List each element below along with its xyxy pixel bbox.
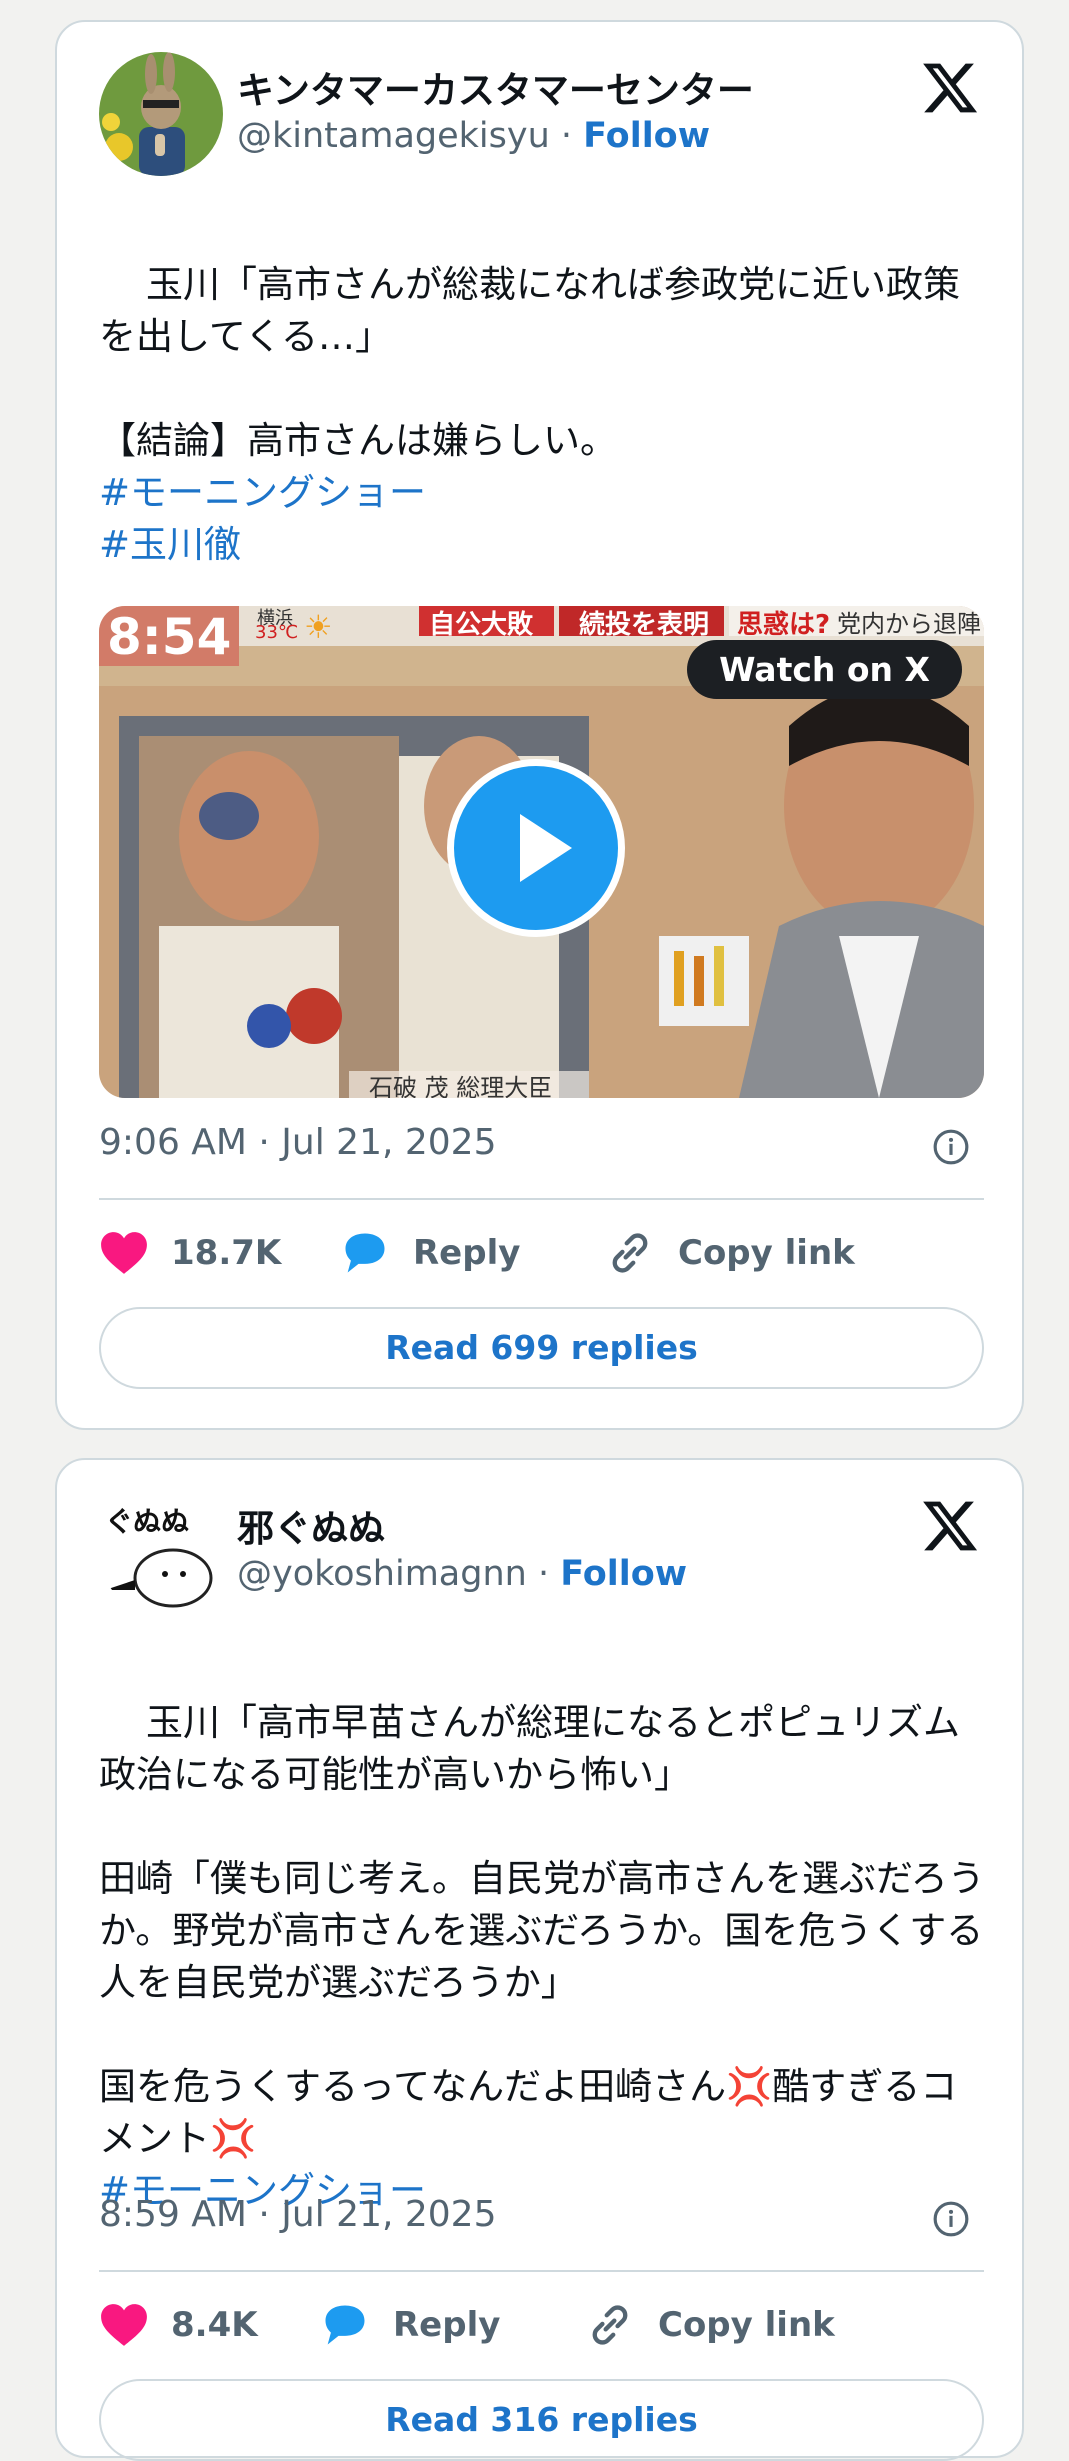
tv-banner: 続投を表明 (579, 610, 710, 640)
divider (99, 2270, 984, 2272)
copy-link-button[interactable]: Copy link (584, 2295, 835, 2355)
like-count: 8.4K (171, 2305, 258, 2345)
tv-banner: 思惑は? (737, 610, 831, 640)
avatar[interactable]: ぐぬぬ (99, 1490, 223, 1614)
handle-row: @kintamagekisyu · Follow (237, 116, 710, 156)
divider (99, 1198, 984, 1200)
x-logo-icon[interactable] (920, 1496, 980, 1556)
handle[interactable]: @kintamagekisyu (237, 116, 550, 156)
action-bar: 18.7K Reply Copy link (99, 1223, 984, 1283)
separator: · (526, 1554, 561, 1594)
heart-icon (101, 1232, 147, 1274)
reply-button[interactable]: Reply (339, 1223, 520, 1283)
display-name[interactable]: 邪ぐぬぬ (237, 1498, 385, 1552)
reply-bubble-icon (345, 1233, 385, 1273)
copy-link-label: Copy link (678, 1233, 855, 1273)
tweet-card: キンタマーカスタマーセンター @kintamagekisyu · Follow … (55, 20, 1024, 1430)
display-name[interactable]: キンタマーカスタマーセンター (237, 60, 754, 114)
info-icon[interactable] (932, 1128, 970, 1166)
copy-link-label: Copy link (658, 2305, 835, 2345)
separator: · (549, 116, 584, 156)
tv-banner: 党内から退陣 (837, 610, 981, 638)
reply-label: Reply (393, 2305, 501, 2345)
action-bar: 8.4K Reply Copy link (99, 2295, 984, 2355)
like-button[interactable]: 18.7K (99, 1223, 281, 1283)
tweet-body: 玉川「高市さんが総裁になれば参政党に近い政策を出してくる…」 【結論】高市さんは… (99, 263, 961, 462)
follow-button[interactable]: Follow (560, 1554, 687, 1594)
handle[interactable]: @yokoshimagnn (237, 1554, 527, 1594)
like-count: 18.7K (171, 1233, 282, 1273)
sun-cloud-icon: ☀ (304, 608, 333, 646)
watch-on-x-button[interactable]: Watch on X (687, 640, 962, 699)
hashtag[interactable]: #モーニングショー (99, 467, 989, 519)
tv-caption: 石破 茂 総理大臣 (369, 1074, 553, 1098)
reply-label: Reply (413, 1233, 521, 1273)
copy-link-button[interactable]: Copy link (604, 1223, 855, 1283)
hashtag[interactable]: #玉川徹 (99, 519, 989, 571)
avatar-text: ぐぬぬ (105, 1505, 190, 1538)
handle-row: @yokoshimagnn · Follow (237, 1554, 687, 1594)
timestamp[interactable]: 8:59 AM · Jul 21, 2025 (99, 2194, 497, 2235)
heart-icon (101, 2304, 147, 2346)
avatar[interactable] (99, 52, 223, 176)
like-button[interactable]: 8.4K (99, 2295, 258, 2355)
tweet-card: ぐぬぬ 邪ぐぬぬ @yokoshimagnn · Follow 玉川「高市早苗さ… (55, 1458, 1024, 2461)
link-icon (592, 2305, 628, 2345)
read-replies-button[interactable]: Read 699 replies (99, 1307, 984, 1389)
timestamp[interactable]: 9:06 AM · Jul 21, 2025 (99, 1122, 497, 1163)
tv-banner: 自公大敗 (429, 610, 534, 640)
video-thumbnail[interactable]: 8:54 横浜 33℃ ☀ 自公大敗 続投を表明 思惑は? 党内から退陣 石破 … (99, 606, 984, 1098)
link-icon (612, 1233, 648, 1273)
info-icon[interactable] (932, 2200, 970, 2238)
play-icon (520, 814, 572, 882)
reply-button[interactable]: Reply (319, 2295, 500, 2355)
x-logo-icon[interactable] (920, 58, 980, 118)
tweet-body: 玉川「高市早苗さんが総理になるとポピュリズム政治になる可能性が高いから怖い」 田… (99, 1701, 985, 2160)
follow-button[interactable]: Follow (583, 116, 710, 156)
reply-bubble-icon (325, 2305, 365, 2345)
play-button[interactable] (447, 759, 625, 937)
read-replies-button[interactable]: Read 316 replies (99, 2379, 984, 2461)
tv-temp: 33℃ (255, 622, 299, 643)
tv-clock: 8:54 (107, 608, 232, 666)
tweet-text: 玉川「高市さんが総裁になれば参政党に近い政策を出してくる…」 【結論】高市さんは… (99, 207, 989, 675)
